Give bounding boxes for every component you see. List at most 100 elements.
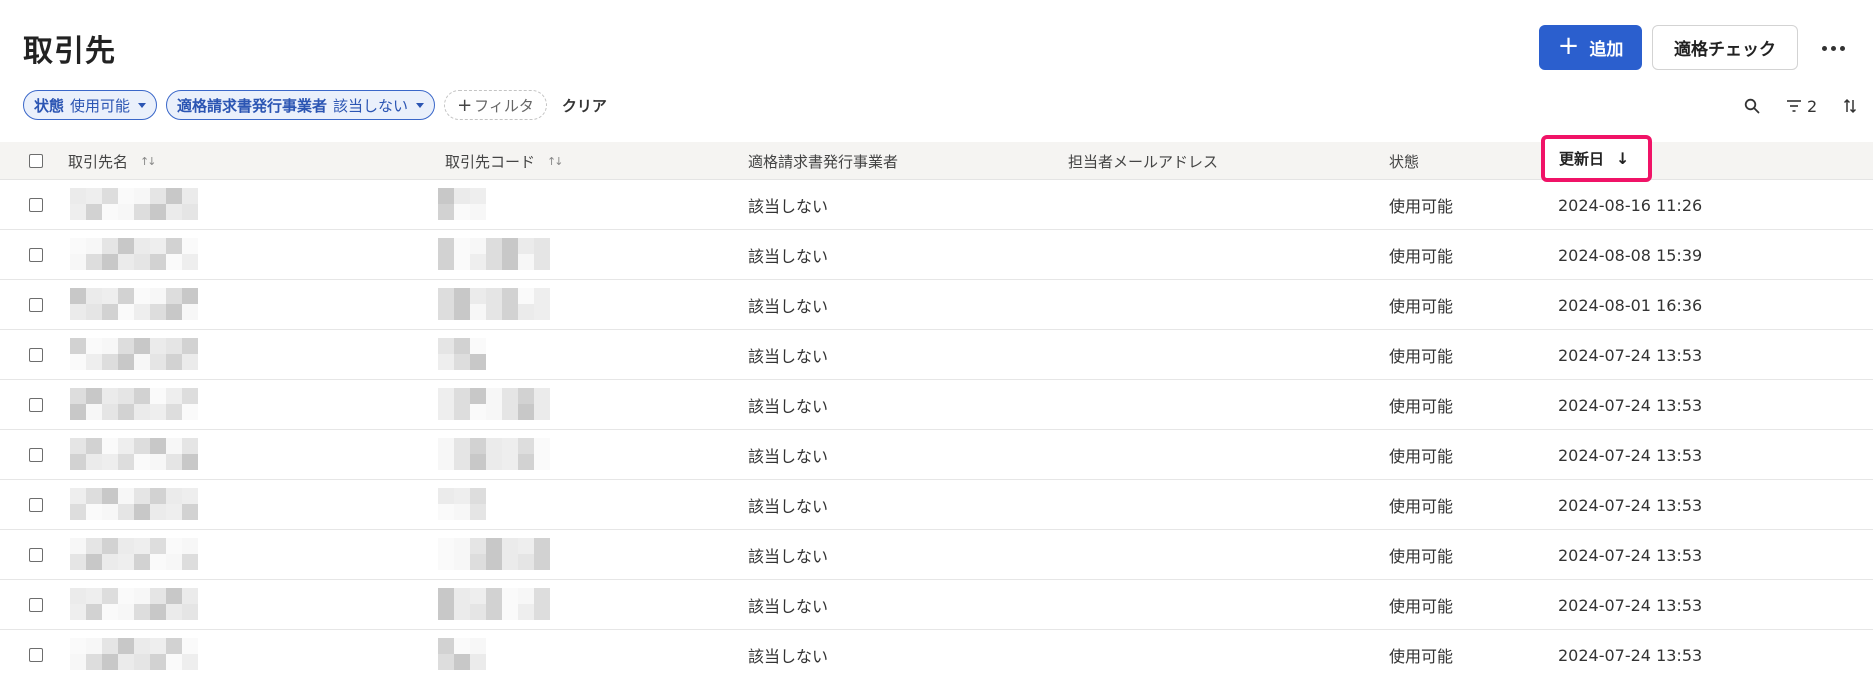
more-options-icon[interactable]	[1816, 34, 1850, 62]
row-checkbox[interactable]	[29, 648, 43, 662]
table-row[interactable]: 該当しない 使用可能 2024-07-24 13:53	[0, 330, 1873, 380]
cell-status: 使用可能	[1389, 547, 1454, 566]
cell-updated: 2024-08-16 11:26	[1558, 195, 1703, 215]
cell-status: 使用可能	[1389, 247, 1454, 266]
cell-qualified: 該当しない	[748, 597, 829, 616]
row-select-cell	[29, 330, 43, 380]
caret-down-icon	[416, 102, 425, 108]
table-body: 該当しない 使用可能 2024-08-16 11:26 該当しない 使用可能 2024-0…	[0, 180, 1873, 675]
table-row[interactable]: 該当しない 使用可能 2024-08-08 15:39	[0, 230, 1873, 280]
cell-status: 使用可能	[1389, 647, 1454, 666]
column-header-email[interactable]: 担当者メールアドレス	[1068, 142, 1218, 180]
column-header-name[interactable]: 取引先名 ↑↓	[68, 142, 157, 180]
table-row[interactable]: 該当しない 使用可能 2024-08-01 16:36	[0, 280, 1873, 330]
row-checkbox[interactable]	[29, 498, 43, 512]
cell-status: 使用可能	[1389, 197, 1454, 216]
cell-updated: 2024-07-24 13:53	[1558, 495, 1703, 515]
row-select-cell	[29, 230, 43, 280]
row-checkbox[interactable]	[29, 598, 43, 612]
filter-chip-status[interactable]: 状態 使用可能	[23, 90, 158, 120]
cell-qualified: 該当しない	[748, 547, 829, 566]
row-select-cell	[29, 580, 43, 630]
cell-status: 使用可能	[1389, 397, 1454, 416]
row-select-cell	[29, 630, 43, 675]
row-checkbox[interactable]	[29, 448, 43, 462]
filter-icon	[1787, 100, 1801, 112]
column-header-label: 更新日	[1559, 150, 1605, 168]
add-button-label: 追加	[1589, 40, 1624, 60]
column-header-status[interactable]: 状態	[1389, 142, 1419, 180]
redacted-text	[70, 188, 198, 220]
table-row[interactable]: 該当しない 使用可能 2024-07-24 13:53	[0, 380, 1873, 430]
clear-filters-button[interactable]: クリア	[562, 95, 607, 116]
column-header-qualified[interactable]: 適格請求書発行事業者	[748, 142, 898, 180]
row-checkbox[interactable]	[29, 398, 43, 412]
table-toolbar: 2	[1744, 94, 1857, 118]
redacted-text	[70, 538, 198, 570]
redacted-text	[70, 638, 198, 670]
row-checkbox[interactable]	[29, 298, 43, 312]
table-row[interactable]: 該当しない 使用可能 2024-07-24 13:53	[0, 430, 1873, 480]
column-header-updated[interactable]: 更新日 ↓	[1541, 135, 1652, 182]
redacted-text	[438, 338, 486, 370]
redacted-text	[70, 588, 198, 620]
cell-updated: 2024-08-01 16:36	[1558, 295, 1703, 315]
plus-icon: +	[1557, 31, 1580, 61]
redacted-text	[438, 438, 550, 470]
add-filter-button[interactable]: + フィルタ	[444, 90, 547, 120]
redacted-text	[438, 238, 550, 270]
column-header-label: 取引先コード	[445, 152, 536, 171]
cell-qualified: 該当しない	[748, 647, 829, 666]
page-title: 取引先	[23, 34, 116, 69]
search-icon[interactable]	[1744, 98, 1760, 114]
filter-count: 2	[1807, 96, 1818, 116]
redacted-text	[438, 388, 550, 420]
arrow-down-icon: ↓	[1616, 149, 1630, 168]
cell-status: 使用可能	[1389, 347, 1454, 366]
table-row[interactable]: 該当しない 使用可能 2024-07-24 13:53	[0, 630, 1873, 675]
sort-icon[interactable]	[1843, 98, 1857, 114]
row-select-cell	[29, 380, 43, 430]
row-select-cell	[29, 280, 43, 330]
redacted-text	[438, 288, 550, 320]
sort-icon: ↑↓	[140, 154, 157, 168]
table-row[interactable]: 該当しない 使用可能 2024-07-24 13:53	[0, 580, 1873, 630]
cell-qualified: 該当しない	[748, 247, 829, 266]
row-select-cell	[29, 480, 43, 530]
cell-updated: 2024-07-24 13:53	[1558, 345, 1703, 365]
redacted-text	[70, 338, 198, 370]
row-checkbox[interactable]	[29, 198, 43, 212]
qualification-check-button[interactable]: 適格チェック	[1652, 25, 1798, 70]
cell-qualified: 該当しない	[748, 347, 829, 366]
redacted-text	[70, 388, 198, 420]
table-row[interactable]: 該当しない 使用可能 2024-07-24 13:53	[0, 530, 1873, 580]
add-button[interactable]: + 追加	[1539, 25, 1642, 70]
filter-chip-key: 状態	[34, 96, 65, 115]
row-checkbox[interactable]	[29, 548, 43, 562]
row-select-cell	[29, 530, 43, 580]
redacted-text	[438, 588, 550, 620]
column-header-code[interactable]: 取引先コード ↑↓	[445, 142, 564, 180]
select-all-cell	[29, 142, 43, 180]
cell-status: 使用可能	[1389, 297, 1454, 316]
cell-updated: 2024-07-24 13:53	[1558, 445, 1703, 465]
cell-updated: 2024-08-08 15:39	[1558, 245, 1703, 265]
filter-chip-value: 使用可能	[70, 96, 131, 115]
row-select-cell	[29, 430, 43, 480]
table-row[interactable]: 該当しない 使用可能 2024-07-24 13:53	[0, 480, 1873, 530]
cell-qualified: 該当しない	[748, 397, 829, 416]
redacted-text	[438, 188, 486, 220]
cell-updated: 2024-07-24 13:53	[1558, 395, 1703, 415]
row-checkbox[interactable]	[29, 348, 43, 362]
table-row[interactable]: 該当しない 使用可能 2024-08-16 11:26	[0, 180, 1873, 230]
redacted-text	[70, 438, 198, 470]
filter-bar: 状態 使用可能 適格請求書発行事業者 該当しない + フィルタ クリア	[23, 90, 607, 120]
sort-icon: ↑↓	[547, 154, 564, 168]
select-all-checkbox[interactable]	[29, 154, 43, 168]
cell-qualified: 該当しない	[748, 297, 829, 316]
row-checkbox[interactable]	[29, 248, 43, 262]
redacted-text	[70, 488, 198, 520]
filter-toggle[interactable]: 2	[1786, 97, 1817, 116]
cell-qualified: 該当しない	[748, 497, 829, 516]
filter-chip-qualified-issuer[interactable]: 適格請求書発行事業者 該当しない	[166, 90, 436, 120]
